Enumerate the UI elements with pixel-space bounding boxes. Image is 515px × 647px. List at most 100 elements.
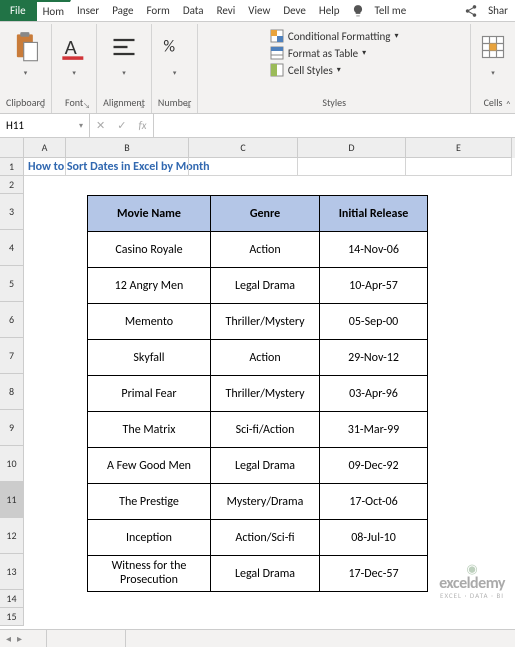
- font-icon[interactable]: A: [58, 31, 90, 63]
- column-header[interactable]: B: [66, 138, 189, 158]
- sheet-nav-next-icon[interactable]: ▸: [17, 632, 22, 645]
- cells-icon[interactable]: [477, 31, 509, 63]
- row-header[interactable]: 7: [0, 338, 24, 374]
- chevron-down-icon[interactable]: ▾: [122, 68, 126, 77]
- alignment-icon[interactable]: [108, 31, 140, 63]
- dialog-launcher-icon[interactable]: ↘: [83, 101, 90, 111]
- column-header[interactable]: D: [298, 138, 406, 158]
- name-box[interactable]: H11 ▾: [0, 114, 90, 137]
- table-cell[interactable]: Casino Royale: [88, 232, 211, 268]
- table-cell[interactable]: 17-Dec-57: [320, 556, 428, 592]
- row-header[interactable]: 8: [0, 374, 24, 410]
- select-all-corner[interactable]: [0, 138, 24, 158]
- table-cell[interactable]: Legal Drama: [211, 556, 320, 592]
- table-header[interactable]: Genre: [211, 196, 320, 232]
- row-header[interactable]: 11: [0, 482, 24, 518]
- spreadsheet-grid[interactable]: A B C D E 1 2 3 4 5 6 7 8 9 10 11 12 13 …: [0, 138, 515, 629]
- chevron-down-icon[interactable]: ▾: [173, 68, 177, 77]
- row-header[interactable]: 14: [0, 590, 24, 608]
- table-header[interactable]: Movie Name: [88, 196, 211, 232]
- dialog-launcher-icon[interactable]: ↘: [184, 101, 191, 111]
- tab-insert[interactable]: Inser: [71, 0, 106, 21]
- row-header[interactable]: 3: [0, 194, 24, 230]
- tab-home[interactable]: Hom: [37, 0, 71, 21]
- table-cell[interactable]: 10-Apr-57: [320, 268, 428, 304]
- number-format-icon[interactable]: %: [159, 31, 191, 63]
- tab-formulas[interactable]: Form: [140, 0, 176, 21]
- row-header[interactable]: 12: [0, 518, 24, 554]
- tab-developer[interactable]: Deve: [277, 0, 313, 21]
- row-header[interactable]: 2: [0, 176, 24, 194]
- row-header[interactable]: 9: [0, 410, 24, 446]
- file-menu[interactable]: File: [0, 0, 37, 21]
- table-cell[interactable]: Action: [211, 340, 320, 376]
- table-cell[interactable]: 14-Nov-06: [320, 232, 428, 268]
- table-cell[interactable]: Thriller/Mystery: [211, 304, 320, 340]
- table-cell[interactable]: Action/Sci-fi: [211, 520, 320, 556]
- fx-icon[interactable]: fx: [132, 119, 152, 132]
- table-cell[interactable]: 05-Sep-00: [320, 304, 428, 340]
- tab-help[interactable]: Help: [313, 0, 347, 21]
- table-cell[interactable]: Primal Fear: [88, 376, 211, 412]
- table-cell[interactable]: A Few Good Men: [88, 448, 211, 484]
- dialog-launcher-icon[interactable]: ↘: [38, 101, 45, 111]
- row-header[interactable]: 13: [0, 554, 24, 590]
- row-header[interactable]: 6: [0, 302, 24, 338]
- table-cell[interactable]: 12 Angry Men: [88, 268, 211, 304]
- table-cell[interactable]: 17-Oct-06: [320, 484, 428, 520]
- table-cell[interactable]: Action: [211, 232, 320, 268]
- chevron-down-icon[interactable]: ▾: [24, 68, 28, 77]
- table-cell[interactable]: Mystery/Drama: [211, 484, 320, 520]
- cell-styles-button[interactable]: Cell Styles ▾: [270, 63, 341, 77]
- sheet-title-cell[interactable]: How to Sort Dates in Excel by Month: [24, 158, 66, 176]
- table-cell[interactable]: Memento: [88, 304, 211, 340]
- share-icon[interactable]: [460, 0, 482, 21]
- chevron-down-icon[interactable]: ▾: [72, 68, 76, 77]
- tab-page-layout[interactable]: Page: [106, 0, 140, 21]
- cell[interactable]: [298, 158, 406, 176]
- column-header[interactable]: C: [189, 138, 298, 158]
- table-cell[interactable]: The Prestige: [88, 484, 211, 520]
- row-header[interactable]: 10: [0, 446, 24, 482]
- sheet-tab[interactable]: [46, 630, 126, 647]
- share-button[interactable]: Shar: [482, 0, 515, 21]
- cancel-icon[interactable]: ✕: [90, 119, 111, 132]
- table-cell[interactable]: 08-Jul-10: [320, 520, 428, 556]
- table-cell[interactable]: Thriller/Mystery: [211, 376, 320, 412]
- collapse-ribbon-icon[interactable]: ˄: [506, 98, 511, 111]
- tab-data[interactable]: Data: [177, 0, 211, 21]
- formula-input[interactable]: [154, 114, 515, 137]
- table-cell[interactable]: The Matrix: [88, 412, 211, 448]
- table-cell[interactable]: 03-Apr-96: [320, 376, 428, 412]
- row-header[interactable]: 15: [0, 608, 24, 626]
- tab-view[interactable]: View: [242, 0, 277, 21]
- chevron-down-icon[interactable]: ▾: [79, 121, 83, 131]
- column-header[interactable]: E: [406, 138, 512, 158]
- row-header[interactable]: 1: [0, 158, 24, 176]
- check-icon[interactable]: ✓: [111, 119, 132, 132]
- table-cell[interactable]: 29-Nov-12: [320, 340, 428, 376]
- table-cell[interactable]: Sci-fi/Action: [211, 412, 320, 448]
- cell[interactable]: [406, 158, 512, 176]
- table-cell[interactable]: 09-Dec-92: [320, 448, 428, 484]
- cells-area[interactable]: How to Sort Dates in Excel by Month Movi…: [24, 158, 515, 626]
- table-header[interactable]: Initial Release: [320, 196, 428, 232]
- table-cell[interactable]: Inception: [88, 520, 211, 556]
- tell-me[interactable]: Tell me: [369, 0, 414, 21]
- dialog-launcher-icon[interactable]: ↘: [138, 101, 145, 111]
- table-cell[interactable]: Witness for the Prosecution: [88, 556, 211, 592]
- format-as-table-button[interactable]: Format as Table ▾: [270, 46, 366, 60]
- cell[interactable]: [66, 158, 189, 176]
- conditional-formatting-button[interactable]: Conditional Formatting ▾: [270, 29, 399, 43]
- cell[interactable]: [189, 158, 298, 176]
- table-cell[interactable]: 31-Mar-99: [320, 412, 428, 448]
- row-header[interactable]: 5: [0, 266, 24, 302]
- table-cell[interactable]: Legal Drama: [211, 268, 320, 304]
- sheet-nav-prev-icon[interactable]: ◂: [6, 632, 11, 645]
- chevron-down-icon[interactable]: ▾: [491, 68, 495, 77]
- row-header[interactable]: 4: [0, 230, 24, 266]
- tab-review[interactable]: Revi: [211, 0, 243, 21]
- table-cell[interactable]: Legal Drama: [211, 448, 320, 484]
- lightbulb-icon[interactable]: [347, 0, 369, 21]
- paste-icon[interactable]: [10, 31, 42, 63]
